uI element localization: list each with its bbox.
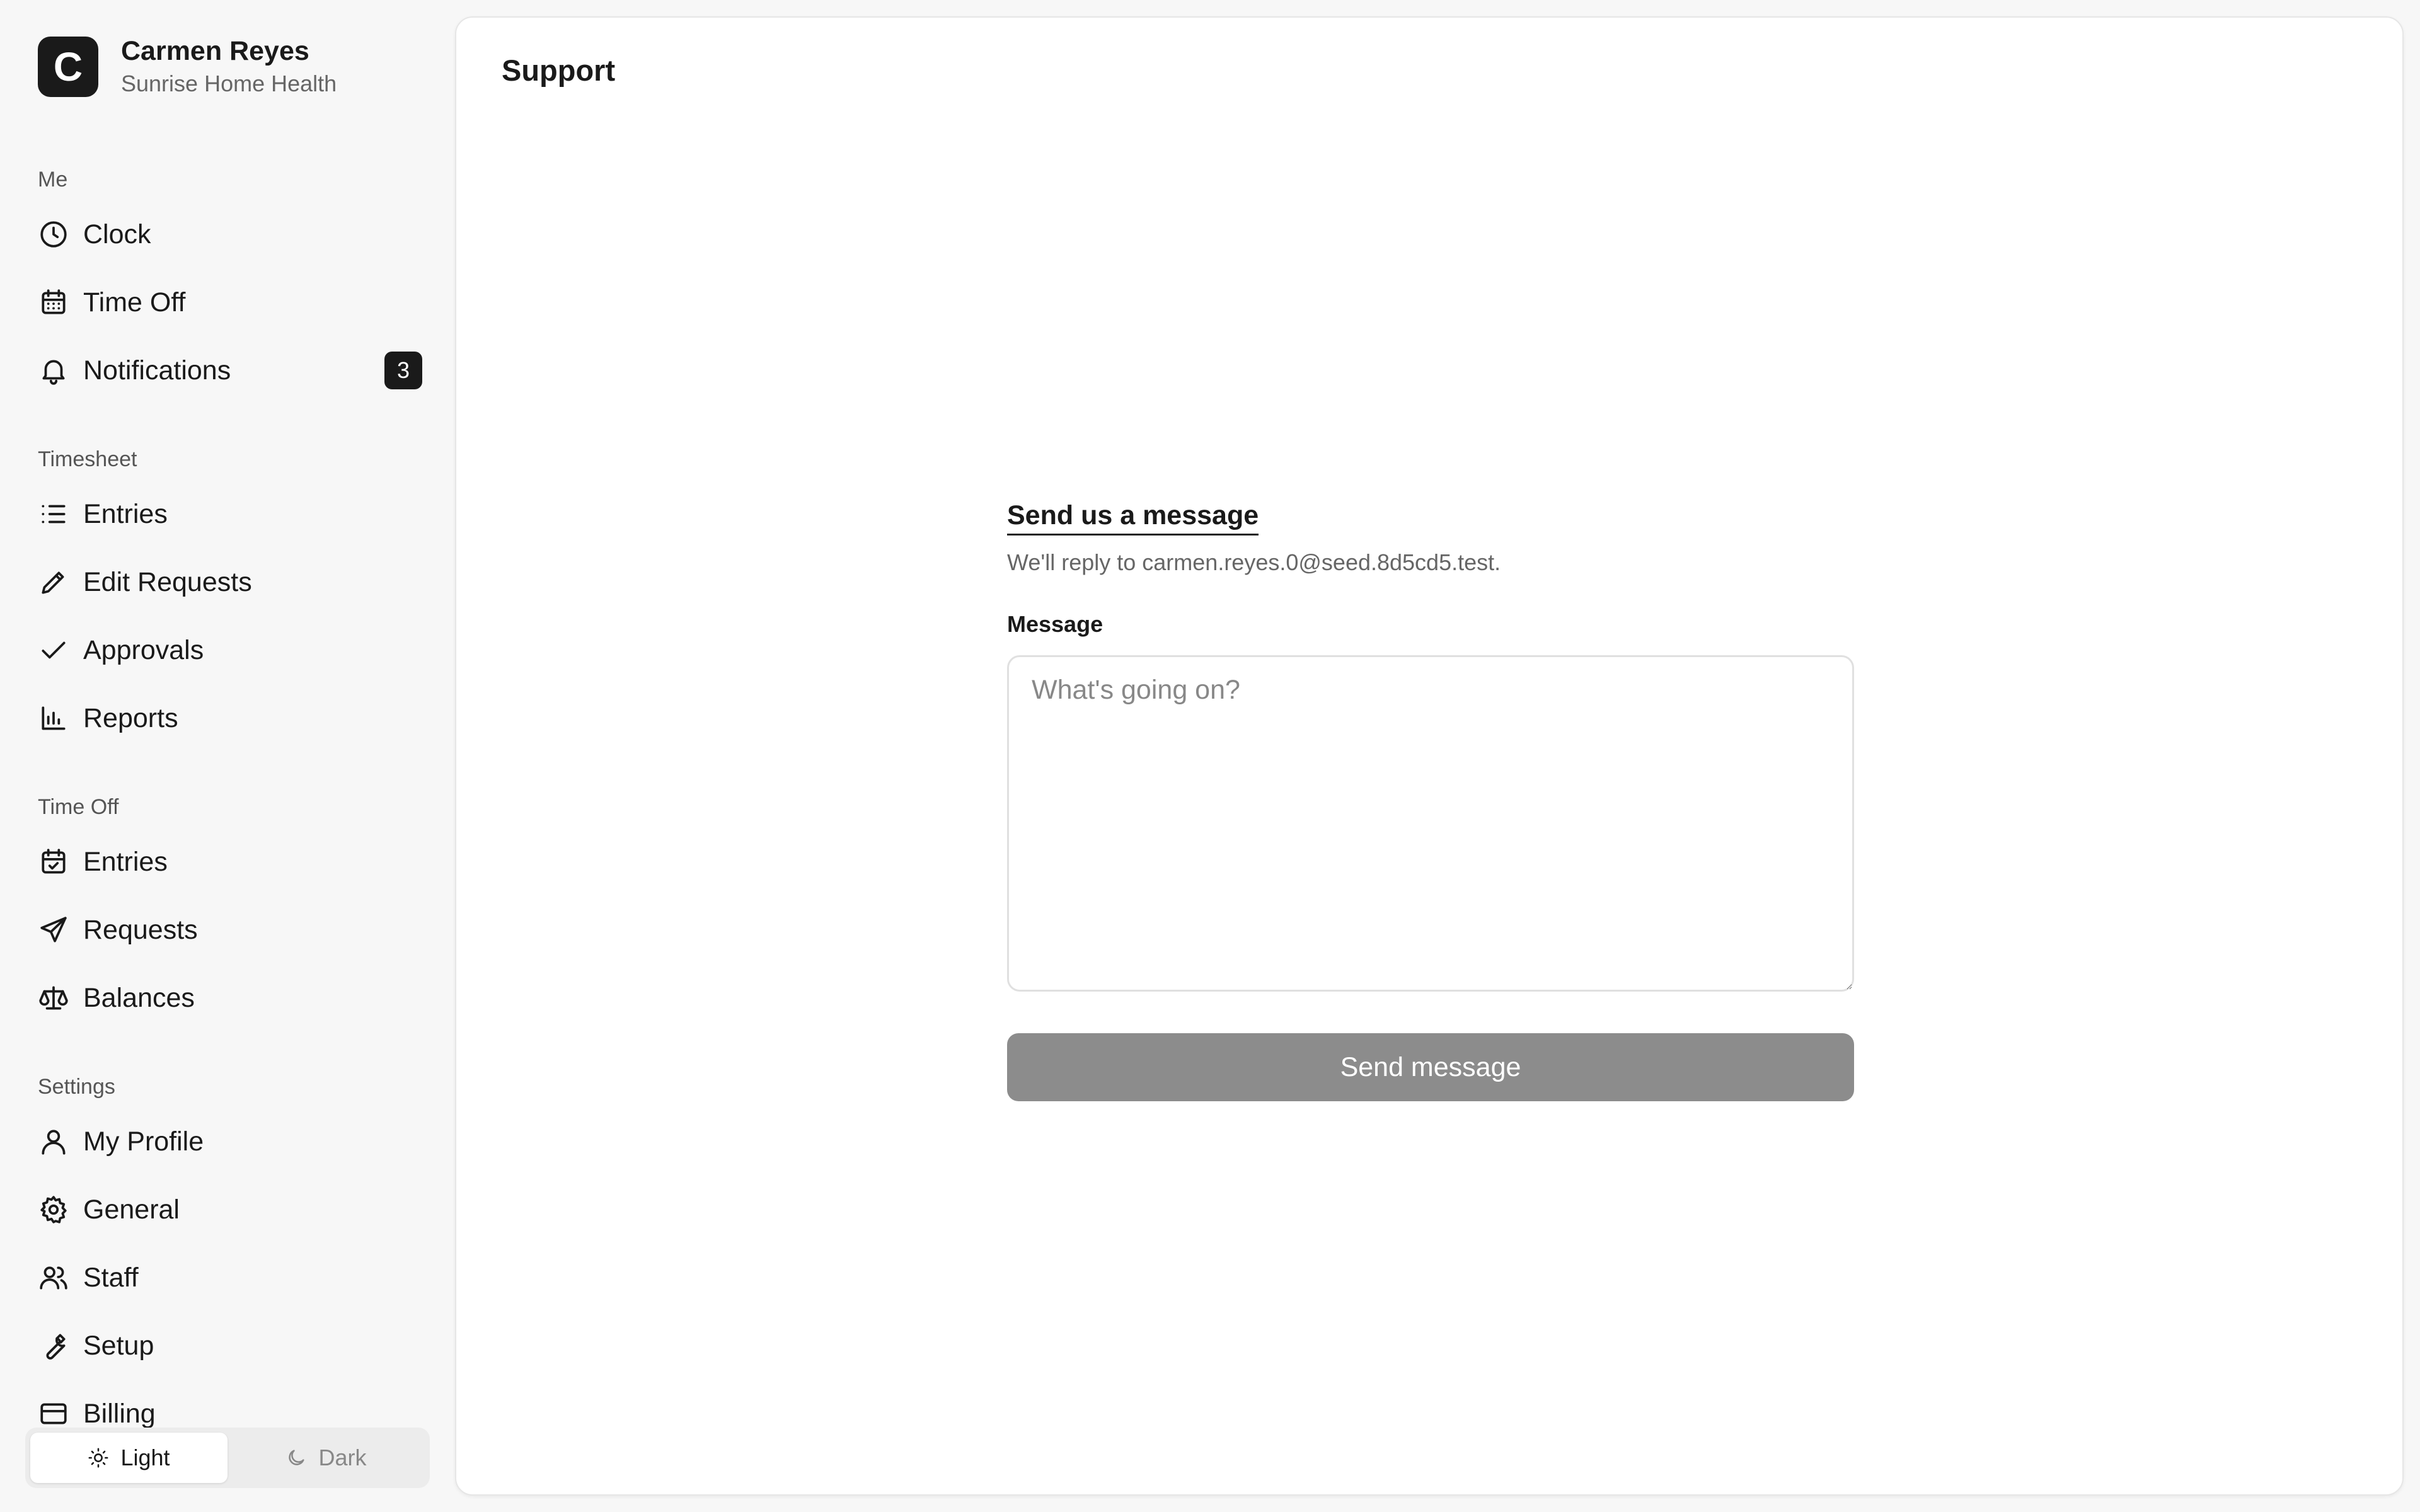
notifications-count-badge: 3 xyxy=(384,352,422,389)
sidebar-item-my-profile[interactable]: My Profile xyxy=(28,1113,431,1171)
wrench-icon xyxy=(38,1330,69,1361)
theme-light-button[interactable]: Light xyxy=(30,1433,228,1483)
support-form: Send us a message We'll reply to carmen.… xyxy=(1007,500,1854,1101)
sidebar-item-label: Reports xyxy=(83,702,178,733)
sidebar-item-label: Edit Requests xyxy=(83,566,252,597)
sidebar-item-label: Clock xyxy=(83,219,151,249)
sidebar-item-setup[interactable]: Setup xyxy=(28,1317,431,1375)
sidebar-item-balances[interactable]: Balances xyxy=(28,969,431,1027)
users-icon xyxy=(38,1262,69,1293)
sidebar-item-requests[interactable]: Requests xyxy=(28,901,431,959)
org-logo: C xyxy=(38,37,98,97)
moon-icon xyxy=(289,1450,305,1465)
clock-icon xyxy=(38,219,69,250)
sidebar-item-time-off-entries[interactable]: Entries xyxy=(28,833,431,891)
section-label-me: Me xyxy=(38,168,68,192)
list-icon xyxy=(38,498,69,530)
user-icon xyxy=(38,1126,69,1157)
message-textarea[interactable] xyxy=(1007,655,1854,992)
sidebar-item-label: Balances xyxy=(83,982,195,1013)
check-icon xyxy=(38,634,69,666)
sidebar-item-label: Approvals xyxy=(83,634,204,665)
sidebar-item-time-off[interactable]: Time Off xyxy=(28,273,431,331)
theme-light-label: Light xyxy=(120,1445,170,1470)
page-title: Support xyxy=(502,54,616,87)
main-panel: Support Send us a message We'll reply to… xyxy=(455,16,2404,1496)
sidebar-item-approvals[interactable]: Approvals xyxy=(28,621,431,679)
form-title: Send us a message xyxy=(1007,500,1259,536)
bell-icon xyxy=(38,355,69,386)
account-org: Sunrise Home Health xyxy=(121,71,337,96)
credit-card-icon xyxy=(38,1398,69,1429)
account-name: Carmen Reyes xyxy=(121,36,309,66)
send-message-button[interactable]: Send message xyxy=(1007,1033,1854,1101)
gear-icon xyxy=(38,1194,69,1225)
sidebar-item-general[interactable]: General xyxy=(28,1181,431,1239)
theme-dark-button[interactable]: Dark xyxy=(228,1433,425,1483)
sidebar-item-clock[interactable]: Clock xyxy=(28,205,431,263)
account-header[interactable]: C Carmen Reyes Sunrise Home Health xyxy=(38,34,337,100)
section-label-time-off: Time Off xyxy=(38,795,119,819)
sun-icon xyxy=(89,1448,108,1468)
calendar-check-icon xyxy=(38,846,69,878)
form-subtitle: We'll reply to carmen.reyes.0@seed.8d5cd… xyxy=(1007,549,1501,575)
pencil-icon xyxy=(38,566,69,598)
sidebar-item-label: Requests xyxy=(83,914,198,945)
sidebar-item-label: Time Off xyxy=(83,287,186,318)
sidebar-item-label: Entries xyxy=(83,498,168,529)
message-label: Message xyxy=(1007,611,1103,637)
send-icon xyxy=(38,914,69,946)
section-label-timesheet: Timesheet xyxy=(38,447,137,471)
scale-icon xyxy=(38,982,69,1014)
sidebar-item-label: Billing xyxy=(83,1398,156,1429)
sidebar: C Carmen Reyes Sunrise Home Health Me Cl… xyxy=(0,0,454,1512)
theme-toggle: Light Dark xyxy=(25,1428,430,1488)
bar-chart-icon xyxy=(38,702,69,734)
sidebar-item-label: General xyxy=(83,1194,180,1225)
calendar-icon xyxy=(38,287,69,318)
sidebar-item-reports[interactable]: Reports xyxy=(28,689,431,747)
sidebar-item-label: Notifications xyxy=(83,355,231,386)
sidebar-item-notifications[interactable]: Notifications 3 xyxy=(28,341,431,399)
sidebar-item-label: Entries xyxy=(83,846,168,877)
sidebar-item-label: Setup xyxy=(83,1330,154,1361)
section-label-settings: Settings xyxy=(38,1075,115,1099)
theme-dark-label: Dark xyxy=(318,1445,367,1470)
sidebar-item-timesheet-entries[interactable]: Entries xyxy=(28,485,431,543)
sidebar-item-staff[interactable]: Staff xyxy=(28,1249,431,1307)
sidebar-item-edit-requests[interactable]: Edit Requests xyxy=(28,553,431,611)
sidebar-item-label: My Profile xyxy=(83,1126,204,1157)
sidebar-item-label: Staff xyxy=(83,1262,139,1293)
